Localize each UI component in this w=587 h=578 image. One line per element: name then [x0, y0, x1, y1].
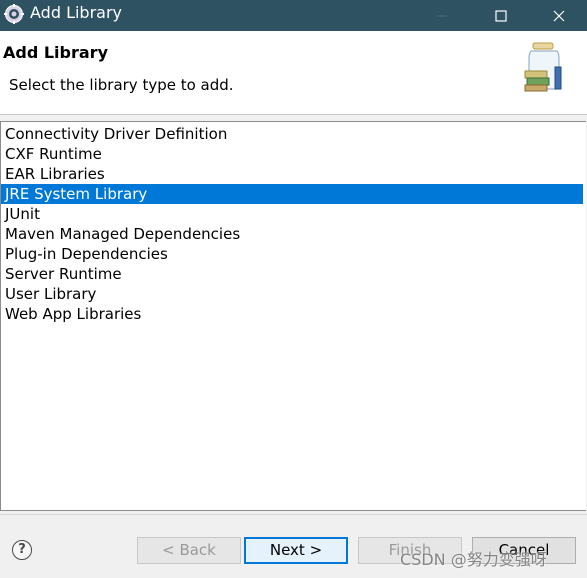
list-item[interactable]: Maven Managed Dependencies — [1, 224, 583, 244]
maximize-icon — [495, 9, 507, 22]
minimize-icon — [437, 15, 447, 16]
list-item[interactable]: JUnit — [1, 204, 583, 224]
list-item-selected[interactable]: JRE System Library — [1, 184, 583, 204]
list-item[interactable]: Web App Libraries — [1, 304, 583, 324]
watermark: CSDN @努力变强呀 — [400, 550, 547, 569]
list-item[interactable]: Server Runtime — [1, 264, 583, 284]
title-bar: Add Library — [0, 0, 587, 31]
next-button[interactable]: Next > — [244, 537, 348, 564]
back-button[interactable]: < Back — [137, 537, 241, 564]
close-icon — [553, 10, 565, 21]
maximize-button[interactable] — [472, 0, 530, 31]
window-title: Add Library — [30, 3, 123, 22]
close-button[interactable] — [530, 0, 587, 31]
library-jar-icon — [524, 42, 562, 92]
list-item[interactable]: CXF Runtime — [1, 144, 583, 164]
page-description: Select the library type to add. — [9, 76, 234, 94]
library-type-list[interactable]: Connectivity Driver Definition CXF Runti… — [0, 121, 586, 511]
wizard-header: Add Library Select the library type to a… — [0, 31, 587, 115]
page-title: Add Library — [3, 43, 108, 62]
list-item[interactable]: Connectivity Driver Definition — [1, 124, 583, 144]
list-item[interactable]: User Library — [1, 284, 583, 304]
list-item[interactable]: Plug-in Dependencies — [1, 244, 583, 264]
button-bar-separator — [0, 514, 587, 515]
help-icon[interactable]: ? — [12, 540, 32, 560]
eclipse-gear-icon — [4, 4, 24, 24]
list-item[interactable]: EAR Libraries — [1, 164, 583, 184]
minimize-button[interactable] — [413, 0, 471, 31]
